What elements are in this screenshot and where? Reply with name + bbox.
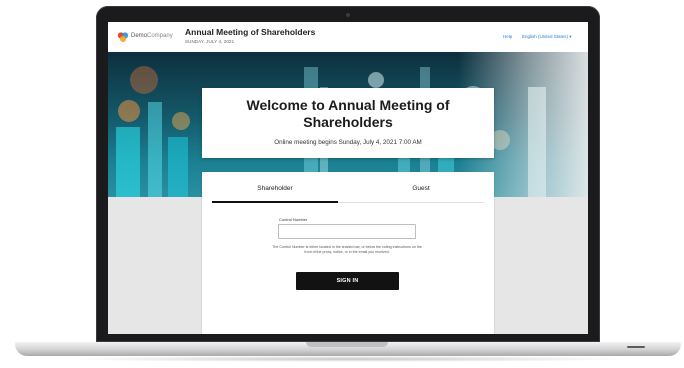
meeting-date: SUNDAY, JULY 4, 2021 bbox=[185, 39, 235, 44]
hero-bokeh bbox=[368, 72, 384, 88]
hero-bokeh bbox=[172, 112, 190, 130]
language-label: English (United States) bbox=[522, 34, 569, 39]
control-number-label: Control Number bbox=[279, 217, 308, 222]
welcome-card: Welcome to Annual Meeting of Shareholder… bbox=[202, 88, 494, 158]
welcome-title: Welcome to Annual Meeting of Shareholder… bbox=[246, 97, 450, 130]
laptop-indicator bbox=[627, 346, 645, 348]
sign-in-button[interactable]: SIGN IN bbox=[296, 272, 399, 290]
login-panel: Shareholder Guest Control Number The Con… bbox=[202, 172, 494, 334]
tab-shareholder[interactable]: Shareholder bbox=[202, 185, 348, 192]
language-select[interactable]: English (United States) ▾ bbox=[522, 34, 572, 40]
camera-dot bbox=[346, 13, 350, 17]
meeting-title: Annual Meeting of Shareholders bbox=[185, 27, 316, 37]
hero-pillar bbox=[116, 127, 140, 197]
company-logo-icon bbox=[117, 32, 129, 43]
hero-pillar bbox=[168, 137, 188, 197]
laptop-shadow bbox=[60, 356, 636, 362]
laptop-notch bbox=[306, 342, 388, 347]
chevron-down-icon: ▾ bbox=[569, 34, 572, 39]
active-tab-indicator bbox=[212, 201, 338, 203]
hero-pillar bbox=[148, 102, 162, 197]
control-number-help: The Control Number is either located in … bbox=[272, 245, 422, 255]
company-logo-text: DemoCompany bbox=[131, 33, 173, 39]
tab-guest[interactable]: Guest bbox=[348, 185, 494, 192]
hero-bokeh bbox=[118, 100, 140, 122]
browser-screen: DemoCompany Annual Meeting of Shareholde… bbox=[108, 22, 588, 334]
control-number-input[interactable] bbox=[278, 224, 416, 239]
top-header: DemoCompany Annual Meeting of Shareholde… bbox=[108, 22, 588, 52]
hero-bokeh bbox=[130, 66, 158, 94]
meeting-start-text: Online meeting begins Sunday, July 4, 20… bbox=[274, 139, 422, 146]
help-link[interactable]: Help bbox=[503, 34, 512, 39]
